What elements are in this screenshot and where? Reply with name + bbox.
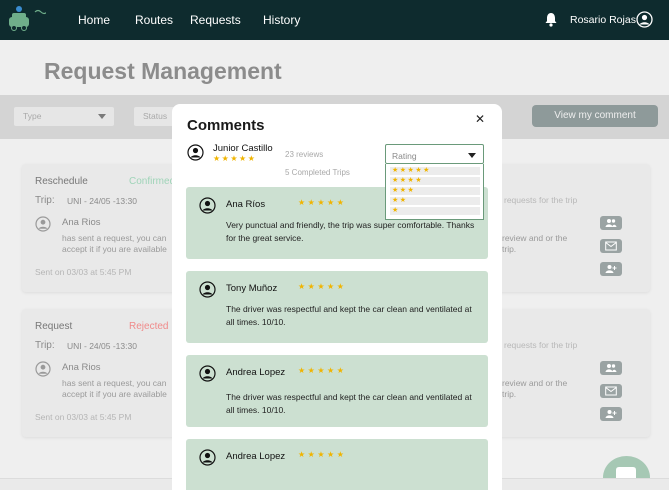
top-navbar: Home Routes Requests History Rosario Roj…	[0, 0, 669, 40]
avatar-icon	[35, 216, 51, 232]
rating-filter-select[interactable]: Rating	[385, 144, 484, 164]
users-icon	[605, 364, 617, 372]
review-note: review and or the trip.	[502, 378, 568, 399]
comments-modal: Comments ✕ Junior Castillo ★★★★★ 23 revi…	[172, 104, 502, 490]
nav-home[interactable]: Home	[78, 13, 110, 27]
status-badge: Rejected	[129, 321, 169, 332]
driver-name: Junior Castillo	[213, 143, 273, 154]
comment-stars: ★★★★★	[298, 366, 347, 375]
view-my-comment-button[interactable]: View my comment	[532, 105, 658, 127]
view-passengers-button[interactable]	[600, 361, 622, 375]
comment-text: The driver was respectful and kept the c…	[226, 392, 472, 415]
avatar-icon	[199, 281, 216, 298]
review-note: review and or the trip.	[502, 233, 568, 254]
close-icon[interactable]: ✕	[473, 112, 487, 126]
trip-requests-link[interactable]: requests for the trip	[504, 195, 577, 205]
comment-author: Andrea Lopez	[226, 451, 286, 462]
request-type: Reschedule	[35, 176, 88, 187]
comment-text: Very punctual and friendly, the trip was…	[226, 220, 475, 243]
rating-option-4[interactable]: ★★★★	[390, 177, 480, 185]
send-message-button[interactable]	[600, 239, 622, 253]
mail-icon	[605, 241, 617, 251]
requester-name: Ana Rios	[62, 362, 101, 373]
status-filter-label: Status	[143, 111, 168, 121]
comment-author: Andrea Lopez	[226, 367, 286, 378]
trip-label: Trip:	[35, 340, 55, 351]
rating-option-5[interactable]: ★★★★★	[390, 167, 480, 175]
page-title: Request Management	[44, 58, 282, 84]
comment-text: The driver was respectful and kept the c…	[226, 304, 472, 327]
comment-stars: ★★★★★	[298, 450, 347, 459]
rating-options-menu: ★★★★★ ★★★★ ★★★ ★★ ★	[385, 164, 484, 220]
avatar-icon	[199, 197, 216, 214]
comment-card: Andrea Lopez ★★★★★ The driver was respec…	[186, 355, 488, 427]
rating-filter-label: Rating	[392, 151, 417, 161]
bell-icon[interactable]	[544, 12, 558, 27]
nav-requests[interactable]: Requests	[190, 13, 241, 27]
mail-icon	[605, 386, 617, 396]
request-message: has sent a request, you can accept it if…	[62, 378, 167, 399]
users-icon	[605, 219, 617, 227]
comment-stars: ★★★★★	[298, 282, 347, 291]
rating-option-2[interactable]: ★★	[390, 197, 480, 205]
rating-option-3[interactable]: ★★★	[390, 187, 480, 195]
send-message-button[interactable]	[600, 384, 622, 398]
driver-avatar-icon	[187, 144, 204, 161]
driver-rating-stars: ★★★★★	[213, 154, 257, 163]
trip-value: UNI - 24/05 -13:30	[67, 341, 137, 351]
type-filter-label: Type	[23, 111, 42, 121]
car-logo-icon[interactable]	[6, 4, 46, 34]
add-user-button[interactable]	[600, 262, 622, 276]
nav-routes[interactable]: Routes	[135, 13, 173, 27]
add-user-icon	[605, 265, 617, 273]
chevron-down-icon	[468, 153, 476, 158]
request-type: Request	[35, 321, 73, 332]
comment-card: Tony Muñoz ★★★★★ The driver was respectf…	[186, 271, 488, 343]
driver-completed-trips: 5 Completed Trips	[285, 168, 350, 177]
request-message: has sent a request, you can accept it if…	[62, 233, 167, 254]
nav-history[interactable]: History	[263, 13, 300, 27]
type-filter-select[interactable]: Type	[14, 107, 114, 126]
comment-stars: ★★★★★	[298, 198, 347, 207]
trip-value: UNI - 24/05 -13:30	[67, 196, 137, 206]
modal-title: Comments	[187, 117, 265, 134]
rating-option-1[interactable]: ★	[390, 207, 480, 215]
comment-card: Andrea Lopez ★★★★★	[186, 439, 488, 490]
status-badge: Confirmed	[129, 176, 176, 187]
sent-timestamp: Sent on 03/03 at 5:45 PM	[35, 267, 132, 277]
add-user-icon	[605, 410, 617, 418]
avatar-icon	[199, 365, 216, 382]
comment-author: Ana Ríos	[226, 199, 266, 210]
trip-requests-link[interactable]: requests for the trip	[504, 340, 577, 350]
trip-label: Trip:	[35, 195, 55, 206]
driver-review-count: 23 reviews	[285, 150, 324, 159]
avatar-icon	[35, 361, 51, 377]
comment-author: Tony Muñoz	[226, 283, 278, 294]
user-avatar-icon[interactable]	[636, 11, 653, 28]
add-user-button[interactable]	[600, 407, 622, 421]
avatar-icon	[199, 449, 216, 466]
user-name[interactable]: Rosario Rojas	[570, 14, 636, 26]
sent-timestamp: Sent on 03/03 at 5:45 PM	[35, 412, 132, 422]
view-passengers-button[interactable]	[600, 216, 622, 230]
requester-name: Ana Rios	[62, 217, 101, 228]
chevron-down-icon	[98, 114, 106, 119]
